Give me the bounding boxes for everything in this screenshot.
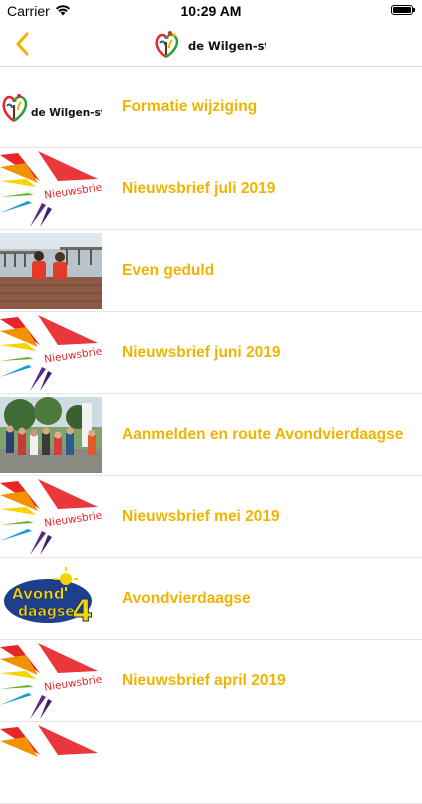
four-text: 4 [72,594,93,629]
item-thumbnail: Avond daagse 4 [0,560,102,637]
list-item[interactable]: Nieuwsbrief Nieuwsbrief juni 2019 [0,312,422,394]
chevron-left-icon [16,32,29,56]
list-item[interactable]: de Wilgen-stam Formatie wijziging [0,66,422,148]
item-thumbnail [0,724,102,801]
item-title: Formatie wijziging [122,97,258,115]
list-item[interactable]: Aanmelden en route Avondvierdaagse [0,394,422,476]
logo-text: de Wilgen-stam [31,107,102,119]
item-thumbnail: Nieuwsbrief [0,478,102,555]
status-time: 10:29 AM [180,3,242,19]
item-title: Even geduld [122,261,215,279]
list-item[interactable] [0,722,422,804]
item-title: Nieuwsbrief april 2019 [122,671,286,689]
battery-icon [391,5,415,15]
logo-text: de Wilgen-stam [188,39,266,53]
item-title: Nieuwsbrief juli 2019 [122,179,276,197]
item-title: Nieuwsbrief mei 2019 [122,507,280,525]
list-item[interactable]: Nieuwsbrief Nieuwsbrief juli 2019 [0,148,422,230]
list-item[interactable]: Nieuwsbrief Nieuwsbrief april 2019 [0,640,422,722]
item-thumbnail: Nieuwsbrief [0,314,102,391]
wilgenstam-logo: de Wilgen-stam [155,31,266,59]
item-thumbnail [0,232,102,309]
item-thumbnail: de Wilgen-stam [0,68,102,145]
navigation-bar: de Wilgen-stam [0,22,422,67]
list-item[interactable]: Nieuwsbrief Nieuwsbrief mei 2019 [0,476,422,558]
item-thumbnail [0,396,102,473]
news-list: de Wilgen-stam Formatie wijziging Nieuws… [0,66,422,804]
avond-text: Avond [12,585,65,603]
list-item[interactable]: Even geduld [0,230,422,312]
heart-icon [155,31,179,59]
item-thumbnail: Nieuwsbrief [0,150,102,227]
daagse-text: daagse [18,604,75,620]
item-thumbnail: Nieuwsbrief [0,642,102,719]
item-title: Aanmelden en route Avondvierdaagse [122,425,404,443]
back-button[interactable] [8,28,36,60]
status-bar: Carrier 10:29 AM [0,0,422,22]
item-title: Nieuwsbrief juni 2019 [122,343,281,361]
list-item[interactable]: Avond daagse 4 Avondvierdaagse [0,558,422,640]
item-title: Avondvierdaagse [122,589,251,607]
